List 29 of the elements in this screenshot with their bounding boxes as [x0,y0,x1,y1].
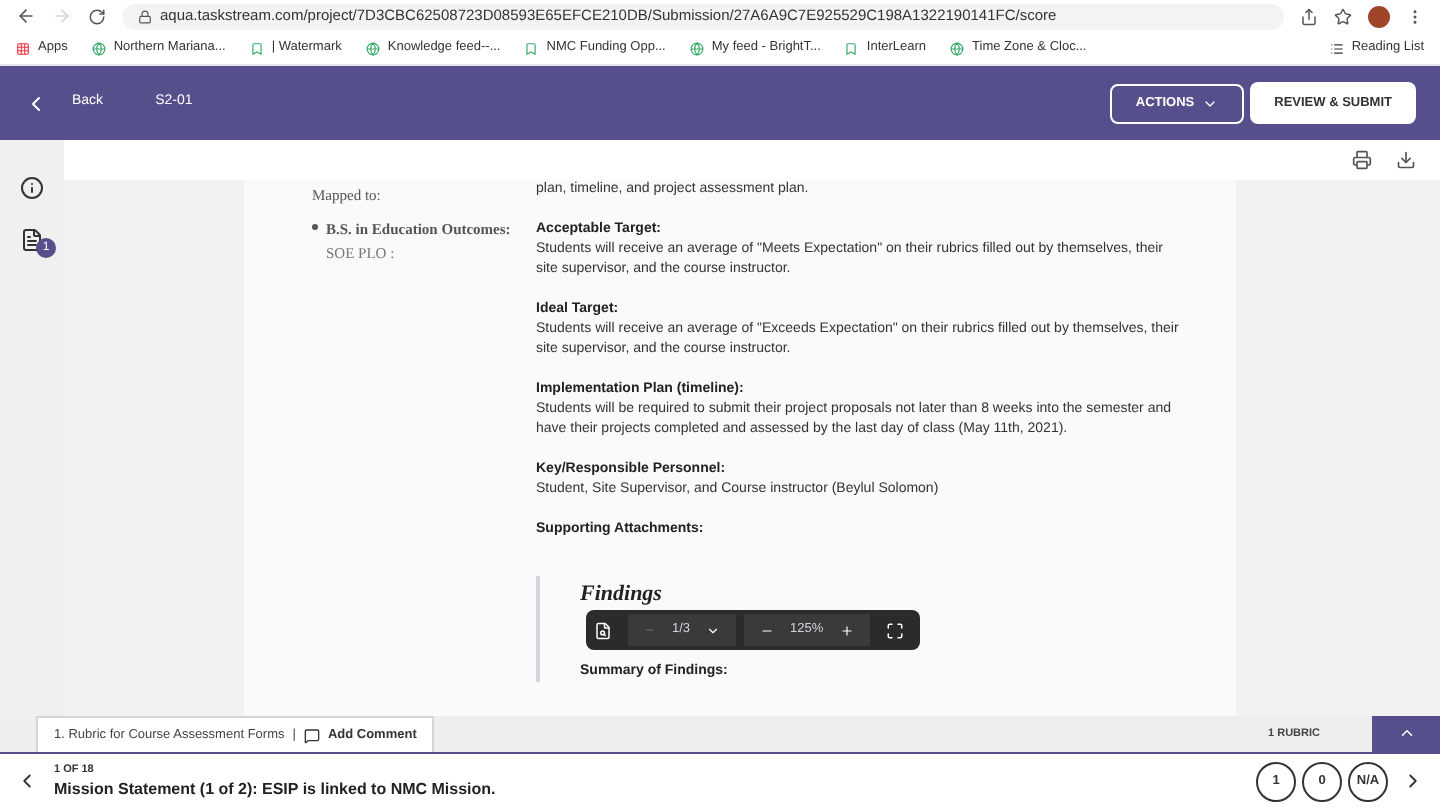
bookmark-icon [249,41,264,55]
zoom-in-icon[interactable] [839,623,854,637]
fullscreen-icon[interactable] [886,621,904,639]
bullet-icon [312,224,318,231]
info-icon[interactable] [20,176,44,200]
globe-icon [365,41,380,55]
profile-avatar[interactable] [1368,5,1390,27]
back-icon[interactable] [16,6,36,26]
comment-icon [303,727,320,743]
bookmark-icon [844,41,859,55]
print-icon[interactable] [1352,150,1372,170]
share-icon[interactable] [1300,7,1318,25]
reload-icon[interactable] [88,7,106,25]
criterion-title: Mission Statement (1 of 2): ESIP is linked to NMC Mission. [54,779,496,800]
list-icon [1329,41,1344,55]
collapse-button[interactable] [1372,714,1440,752]
lock-icon [138,9,152,23]
bookmark-icon [524,41,539,55]
globe-icon [91,41,106,55]
chevron-up-icon [1397,724,1415,742]
document-icon[interactable] [20,228,44,252]
globe-icon [950,41,965,55]
download-icon[interactable] [1396,150,1416,170]
findings-title: Findings [580,580,664,608]
apps-grid-icon [16,41,30,55]
caret-icon[interactable] [706,623,721,637]
document-search-icon[interactable] [594,621,612,639]
globe-icon [689,41,704,55]
star-icon[interactable] [1334,7,1352,25]
